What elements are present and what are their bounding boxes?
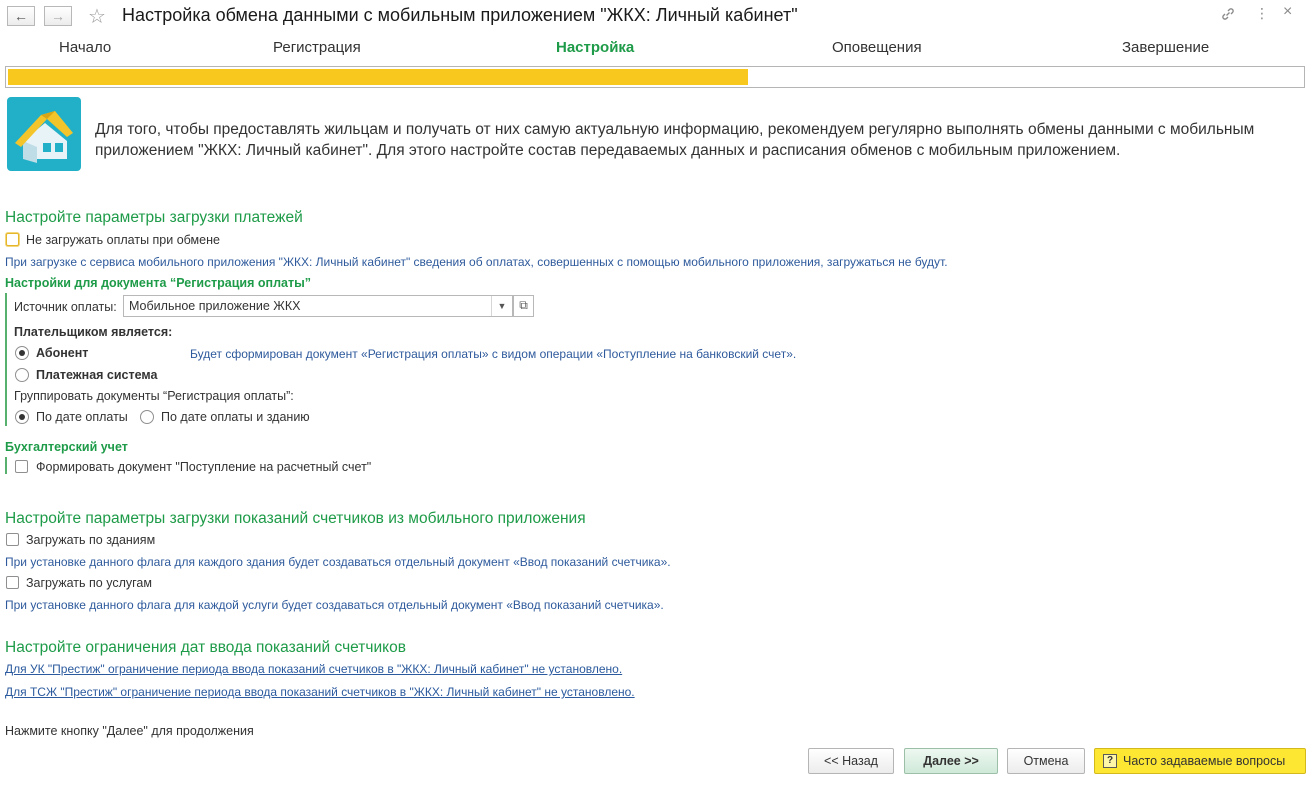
group-divider [5,293,7,426]
window-title: Настройка обмена данными с мобильным при… [122,5,798,25]
step-start: Начало [59,39,112,56]
load-by-service-label: Загружать по услугам [26,576,152,590]
group-divider [5,457,7,474]
close-icon[interactable]: × [1283,3,1292,21]
payment-source-label: Источник оплаты: [14,300,117,314]
faq-button[interactable]: ? Часто задаваемые вопросы [1094,748,1306,774]
load-by-building-checkbox[interactable] [6,533,19,546]
back-nav-button[interactable]: ← [7,6,35,26]
limit-link-uk[interactable]: Для УК "Престиж" ограничение периода вво… [5,662,622,676]
cancel-button[interactable]: Отмена [1007,748,1085,774]
faq-button-label: Часто задаваемые вопросы [1123,754,1286,768]
open-form-icon[interactable]: ⧉ [513,295,534,317]
back-button[interactable]: << Назад [808,748,894,774]
payer-system-radio[interactable] [15,368,29,382]
question-icon: ? [1103,754,1117,768]
step-notifications: Оповещения [832,39,922,56]
payment-doc-settings-header: Настройки для документа “Регистрация опл… [5,276,312,290]
group-by-date-building-label: По дате оплаты и зданию [161,410,310,424]
chevron-down-icon[interactable]: ▼ [491,296,512,316]
next-button[interactable]: Далее >> [904,748,998,774]
accounting-header: Бухгалтерский учет [5,440,128,454]
star-icon[interactable]: ☆ [88,4,106,29]
group-by-date-label: По дате оплаты [36,410,128,424]
group-docs-label: Группировать документы “Регистрация опла… [14,389,294,403]
payments-section-header: Настройте параметры загрузки платежей [5,209,303,226]
house-logo-icon [7,97,81,171]
arrow-right-icon: → [51,8,65,24]
load-by-service-info: При установке данного флага для каждой у… [5,598,664,612]
payer-info: Будет сформирован документ «Регистрация … [190,347,797,361]
step-finish: Завершение [1122,39,1210,56]
no-load-payments-label: Не загружать оплаты при обмене [26,233,220,247]
load-by-building-info: При установке данного флага для каждого … [5,555,671,569]
footer-hint: Нажмите кнопку "Далее" для продолжения [5,724,254,738]
limits-section-header: Настройте ограничения дат ввода показани… [5,639,406,656]
link-icon[interactable] [1220,6,1236,26]
forward-nav-button[interactable]: → [44,6,72,26]
payment-source-value: Мобильное приложение ЖКХ [129,299,301,313]
step-registration: Регистрация [273,39,361,56]
payer-system-label: Платежная система [36,368,158,382]
payer-subscriber-radio[interactable] [15,346,29,360]
form-doc-checkbox[interactable] [15,460,28,473]
more-menu-icon[interactable]: ⋮ [1255,5,1269,22]
group-by-date-building-radio[interactable] [140,410,154,424]
payments-info: При загрузке с сервиса мобильного прилож… [5,255,948,269]
intro-text: Для того, чтобы предоставлять жильцам и … [95,121,1255,159]
progress-fill [8,69,748,85]
group-by-date-radio[interactable] [15,410,29,424]
meters-section-header: Настройте параметры загрузки показаний с… [5,510,586,527]
arrow-left-icon: ← [14,8,28,24]
step-settings: Настройка [556,39,635,56]
no-load-payments-checkbox[interactable] [6,233,19,246]
form-doc-label: Формировать документ "Поступление на рас… [36,460,372,474]
payer-subscriber-label: Абонент [36,346,89,360]
progress-bar [5,66,1305,88]
payer-label: Плательщиком является: [14,325,173,339]
payment-source-select[interactable]: Мобильное приложение ЖКХ ▼ [123,295,513,317]
limit-link-tszh[interactable]: Для ТСЖ "Престиж" ограничение периода вв… [5,685,635,699]
load-by-service-checkbox[interactable] [6,576,19,589]
load-by-building-label: Загружать по зданиям [26,533,156,547]
